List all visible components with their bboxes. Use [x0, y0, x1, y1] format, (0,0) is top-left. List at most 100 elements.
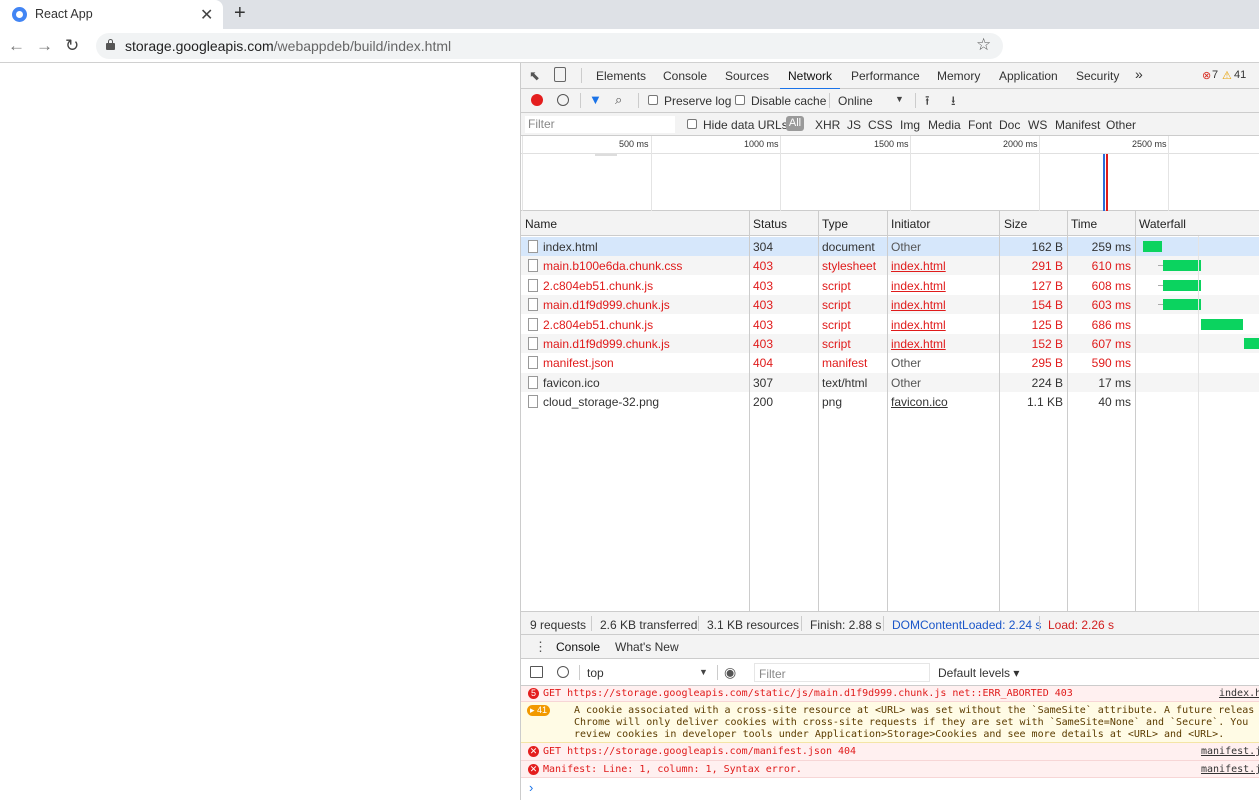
- browser-tab[interactable]: React App ✕: [0, 0, 223, 29]
- back-icon[interactable]: ←: [8, 36, 25, 56]
- filter-funnel-icon[interactable]: ▼: [589, 92, 602, 107]
- bookmark-star-icon[interactable]: ☆: [976, 35, 991, 55]
- chevron-down-icon[interactable]: ▼: [895, 94, 904, 104]
- warning-count[interactable]: 41: [1234, 69, 1246, 81]
- column-status[interactable]: Status: [753, 217, 787, 231]
- overview-activity-bar: [595, 154, 617, 156]
- console-message-text: GET https://storage.googleapis.com/stati…: [543, 688, 1073, 699]
- sidebar-toggle-icon[interactable]: [530, 666, 543, 678]
- waterfall-bar[interactable]: [1244, 338, 1259, 349]
- console-message-source[interactable]: manifest.j: [1201, 746, 1259, 757]
- table-row[interactable]: manifest.json 404 manifest Other 295 B 590 ms: [521, 353, 1259, 373]
- filter-ws[interactable]: WS: [1028, 118, 1047, 132]
- hide-data-urls-checkbox[interactable]: [687, 119, 697, 129]
- request-initiator[interactable]: favicon.ico: [891, 395, 948, 409]
- filter-manifest[interactable]: Manifest: [1055, 118, 1100, 132]
- context-select[interactable]: top: [587, 666, 604, 680]
- request-initiator[interactable]: index.html: [891, 298, 946, 312]
- new-tab-icon[interactable]: +: [234, 2, 246, 25]
- waterfall-bar[interactable]: [1163, 299, 1201, 311]
- warning-count-icon[interactable]: ⚠: [1222, 69, 1232, 82]
- column-type[interactable]: Type: [822, 217, 848, 231]
- tab-security[interactable]: Security: [1076, 69, 1119, 83]
- filter-js[interactable]: JS: [847, 118, 861, 132]
- filter-font[interactable]: Font: [968, 118, 992, 132]
- error-count[interactable]: 7: [1212, 69, 1218, 81]
- request-initiator[interactable]: index.html: [891, 259, 946, 273]
- eye-icon[interactable]: ◉: [724, 664, 736, 681]
- network-overview-timeline[interactable]: 500 ms 1000 ms 1500 ms 2000 ms 2500 ms: [521, 136, 1259, 211]
- filter-media[interactable]: Media: [928, 118, 961, 132]
- device-toolbar-icon[interactable]: [554, 67, 566, 82]
- table-row[interactable]: main.d1f9d999.chunk.js 403 script index.htm…: [521, 295, 1259, 315]
- waterfall-bar[interactable]: [1142, 241, 1162, 252]
- table-row[interactable]: index.html 304 document Other 162 B 259 ms: [521, 237, 1259, 256]
- waterfall-bar[interactable]: [1163, 260, 1201, 272]
- tab-application[interactable]: Application: [999, 69, 1058, 83]
- column-waterfall[interactable]: Waterfall: [1139, 217, 1186, 231]
- request-initiator: Other: [891, 240, 922, 254]
- request-initiator[interactable]: index.html: [891, 318, 946, 332]
- column-time[interactable]: Time: [1071, 217, 1097, 231]
- record-icon[interactable]: [531, 94, 543, 106]
- console-warning-message[interactable]: ▸ 41 A cookie associated with a cross-si…: [521, 702, 1259, 743]
- export-har-icon[interactable]: ⭳: [951, 92, 956, 114]
- url-text[interactable]: storage.googleapis.com/webappdeb/build/i…: [125, 38, 451, 54]
- drawer-tab-whats-new[interactable]: What's New: [615, 640, 679, 654]
- filter-all-button[interactable]: All: [786, 116, 804, 131]
- table-row[interactable]: cloud_storage-32.png 200 png favicon.ico 1.1…: [521, 392, 1259, 412]
- clear-icon[interactable]: [557, 94, 569, 106]
- request-initiator[interactable]: index.html: [891, 337, 946, 351]
- error-count-icon[interactable]: ⊗: [1202, 69, 1211, 82]
- filter-css[interactable]: CSS: [868, 118, 893, 132]
- request-size: 154 B: [1031, 298, 1063, 313]
- warning-group-count-icon[interactable]: ▸ 41: [527, 705, 551, 716]
- column-size[interactable]: Size: [1004, 217, 1027, 231]
- tab-elements[interactable]: Elements: [596, 69, 646, 83]
- table-row[interactable]: favicon.ico 307 text/html Other 224 B 17 ms: [521, 372, 1259, 392]
- more-tabs-icon[interactable]: »: [1135, 66, 1143, 82]
- console-filter-input[interactable]: Filter: [754, 663, 930, 682]
- log-levels-select[interactable]: Default levels ▾: [938, 666, 1019, 680]
- console-error-message[interactable]: ✕ Manifest: Line: 1, column: 1, Syntax e…: [521, 761, 1259, 778]
- waterfall-bar[interactable]: [1163, 279, 1201, 291]
- close-tab-icon[interactable]: ✕: [200, 5, 213, 25]
- drawer-menu-icon[interactable]: ⋮: [534, 639, 547, 655]
- console-error-message[interactable]: ✕ GET https://storage.googleapis.com/man…: [521, 743, 1259, 761]
- column-name[interactable]: Name: [525, 217, 557, 231]
- chevron-down-icon[interactable]: ▼: [699, 667, 708, 677]
- filter-other[interactable]: Other: [1106, 118, 1136, 132]
- console-message-source[interactable]: index.h: [1219, 688, 1259, 699]
- search-icon[interactable]: ⌕: [615, 92, 622, 108]
- tab-sources[interactable]: Sources: [725, 69, 769, 83]
- filter-input[interactable]: Filter: [525, 116, 675, 133]
- filter-xhr[interactable]: XHR: [815, 118, 840, 132]
- waterfall-bar[interactable]: [1200, 318, 1244, 330]
- table-row[interactable]: main.d1f9d999.chunk.js 403 script index.htm…: [521, 334, 1259, 353]
- filter-doc[interactable]: Doc: [999, 118, 1020, 132]
- tab-performance[interactable]: Performance: [851, 69, 920, 83]
- forward-icon[interactable]: →: [36, 36, 53, 56]
- table-row[interactable]: 2.c804eb51.chunk.js 403 script index.html 12…: [521, 314, 1259, 334]
- clear-console-icon[interactable]: [557, 666, 569, 678]
- inspect-element-icon[interactable]: ⬉: [529, 68, 540, 84]
- tab-memory[interactable]: Memory: [937, 69, 980, 83]
- request-initiator[interactable]: index.html: [891, 279, 946, 293]
- column-initiator[interactable]: Initiator: [891, 217, 930, 231]
- lock-icon: [106, 39, 115, 50]
- throttle-select[interactable]: Online: [838, 94, 873, 108]
- filter-img[interactable]: Img: [900, 118, 920, 132]
- drawer-tab-console[interactable]: Console: [556, 640, 601, 661]
- disable-cache-checkbox[interactable]: [735, 95, 745, 105]
- tab-console[interactable]: Console: [663, 69, 707, 83]
- table-row[interactable]: 2.c804eb51.chunk.js 403 script index.html 12…: [521, 275, 1259, 295]
- omnibox[interactable]: storage.googleapis.com/webappdeb/build/i…: [96, 33, 1003, 59]
- reload-icon[interactable]: ↻: [65, 36, 79, 56]
- table-row[interactable]: main.b100e6da.chunk.css 403 stylesheet inde…: [521, 256, 1259, 276]
- console-error-message[interactable]: 5 GET https://storage.googleapis.com/sta…: [521, 686, 1259, 702]
- import-har-icon[interactable]: ⭱: [925, 92, 930, 114]
- console-prompt-icon[interactable]: ›: [529, 780, 533, 795]
- tab-network[interactable]: Network: [780, 69, 841, 90]
- preserve-log-checkbox[interactable]: [648, 95, 658, 105]
- console-message-source[interactable]: manifest.j: [1201, 764, 1259, 775]
